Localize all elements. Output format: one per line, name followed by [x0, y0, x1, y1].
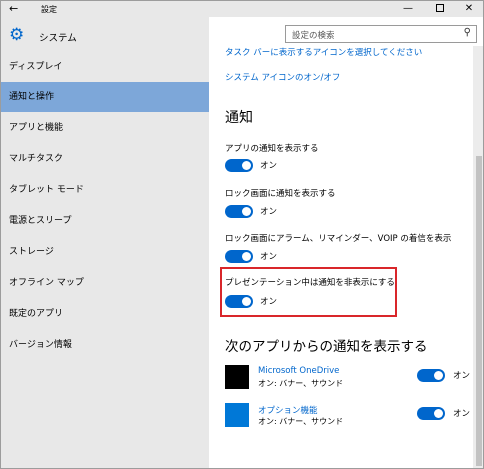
minimize-button[interactable]: —	[393, 1, 423, 17]
toggle-state: オン	[453, 371, 471, 381]
setting-label: アプリの通知を表示する	[225, 144, 319, 154]
scrollbar[interactable]	[473, 46, 483, 468]
maximize-icon	[436, 4, 444, 12]
app-name[interactable]: Microsoft OneDrive	[258, 366, 339, 376]
lockscreen-alarms-toggle[interactable]	[225, 250, 253, 263]
toggle-state: オン	[260, 161, 278, 171]
sidebar-item-default-apps[interactable]: 既定のアプリ	[1, 299, 209, 329]
toggle-state: オン	[260, 297, 278, 307]
sidebar-item-about[interactable]: バージョン情報	[1, 330, 209, 360]
apps-heading: 次のアプリからの通知を表示する	[225, 339, 428, 355]
onedrive-app-icon	[225, 365, 249, 389]
sidebar-item-display[interactable]: ディスプレイ	[1, 52, 209, 82]
sidebar: ⚙ システム ディスプレイ 通知と操作 アプリと機能 マルチタスク タブレット …	[1, 17, 209, 468]
toggle-knob	[242, 252, 251, 261]
app-row-optional-features: オプション機能 オン: バナー、サウンド オン	[225, 403, 470, 437]
toggle-knob	[434, 371, 443, 380]
window-title: 設定	[41, 5, 57, 14]
back-arrow-icon[interactable]: ←	[9, 2, 18, 15]
highlight-box	[220, 267, 397, 317]
app-sub: オン: バナー、サウンド	[258, 417, 344, 426]
sidebar-item-storage[interactable]: ストレージ	[1, 237, 209, 267]
toggle-state: オン	[260, 252, 278, 262]
setting-label: プレゼンテーション中は通知を非表示にする	[225, 278, 395, 288]
sidebar-item-power[interactable]: 電源とスリープ	[1, 206, 209, 236]
toggle-state: オン	[453, 409, 471, 419]
title-bar: ← 設定 — ✕	[1, 1, 483, 17]
app-row-onedrive: Microsoft OneDrive オン: バナー、サウンド オン	[225, 365, 470, 399]
sidebar-header-label: システム	[39, 33, 77, 44]
taskbar-icons-link[interactable]: タスク バーに表示するアイコンを選択してください	[225, 46, 422, 58]
toggle-knob	[242, 161, 251, 170]
maximize-button[interactable]	[425, 1, 455, 17]
sidebar-item-multitask[interactable]: マルチタスク	[1, 144, 209, 174]
presentation-hide-toggle[interactable]	[225, 295, 253, 308]
optional-features-app-icon	[225, 403, 249, 427]
setting-label: ロック画面に通知を表示する	[225, 189, 336, 199]
system-icons-link[interactable]: システム アイコンのオン/オフ	[225, 71, 340, 83]
app-notifications-toggle[interactable]	[225, 159, 253, 172]
onedrive-toggle[interactable]	[417, 369, 445, 382]
sidebar-item-offline-maps[interactable]: オフライン マップ	[1, 268, 209, 298]
close-button[interactable]: ✕	[454, 1, 483, 17]
sidebar-item-notifications[interactable]: 通知と操作	[1, 82, 209, 112]
toggle-state: オン	[260, 207, 278, 217]
toggle-knob	[242, 207, 251, 216]
notifications-heading: 通知	[225, 110, 253, 126]
optional-features-toggle[interactable]	[417, 407, 445, 420]
scrollbar-thumb[interactable]	[476, 156, 482, 466]
app-name[interactable]: オプション機能	[258, 404, 318, 416]
sidebar-item-apps[interactable]: アプリと機能	[1, 113, 209, 143]
toggle-knob	[434, 409, 443, 418]
settings-window: ← 設定 — ✕ ⚙ システム ディスプレイ 通知と操作 アプリと機能 マルチタ…	[0, 0, 484, 469]
lockscreen-notifications-toggle[interactable]	[225, 205, 253, 218]
sidebar-item-tablet-mode[interactable]: タブレット モード	[1, 175, 209, 205]
toggle-knob	[242, 297, 251, 306]
main-content: タスク バーに表示するアイコンを選択してください システム アイコンのオン/オフ…	[209, 17, 473, 468]
setting-label: ロック画面にアラーム、リマインダー、VOIP の着信を表示	[225, 234, 452, 244]
app-sub: オン: バナー、サウンド	[258, 379, 344, 388]
gear-icon: ⚙	[9, 25, 25, 45]
